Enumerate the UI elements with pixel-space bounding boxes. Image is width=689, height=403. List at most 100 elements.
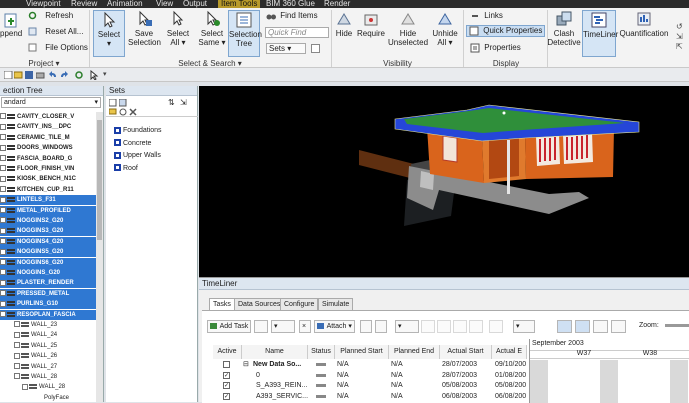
column-header-planned-end[interactable]: Planned End — [389, 345, 440, 359]
save-selection-button[interactable]: Save Selection — [128, 10, 161, 47]
tab-simulate[interactable]: Simulate — [318, 298, 354, 310]
gantt-view-off-icon[interactable] — [611, 320, 626, 333]
expand-icon[interactable] — [0, 300, 6, 307]
redo-icon[interactable] — [60, 71, 69, 79]
expand-icon[interactable] — [14, 321, 20, 328]
expand-icon[interactable] — [0, 123, 6, 130]
tree-item[interactable]: NOGGINS5_G20 — [0, 247, 96, 258]
select-button[interactable]: Select ▾ — [93, 10, 125, 57]
tree-item[interactable]: PLASTER_RENDER — [0, 278, 96, 289]
expand-icon[interactable] — [0, 144, 6, 151]
require-button[interactable]: Require — [356, 10, 386, 38]
gantt-view-planned-icon[interactable] — [575, 320, 590, 333]
quick-properties-button[interactable]: Quick Properties — [465, 24, 546, 38]
column-header-status[interactable]: Status — [308, 345, 335, 359]
import-export-icon[interactable]: ⇲ — [180, 98, 187, 107]
tab-output[interactable]: Output — [183, 0, 207, 8]
tree-scrollbar[interactable] — [96, 112, 103, 402]
tab-configure[interactable]: Configure — [280, 298, 319, 310]
select-same-button[interactable]: Select Same ▾ — [198, 10, 226, 47]
expand-icon[interactable] — [0, 155, 6, 162]
tree-item[interactable]: CAVITY_CLOSER_V — [0, 112, 96, 122]
tree-polyface-item[interactable]: PolyFace — [0, 393, 96, 403]
tab-viewpoint[interactable]: Viewpoint — [26, 0, 61, 8]
tab-animation[interactable]: Animation — [107, 0, 143, 8]
attach-button[interactable]: Attach ▾ — [314, 320, 355, 333]
tree-wall-item[interactable]: WALL_27 — [0, 362, 96, 372]
expand-icon[interactable] — [0, 186, 6, 193]
column-header-actual-end[interactable]: Actual E — [492, 345, 527, 359]
tree-scrollbar-thumb[interactable] — [97, 120, 102, 240]
tree-wall-item[interactable]: WALL_26 — [0, 351, 96, 361]
outdent-icon[interactable] — [437, 320, 451, 333]
import-export-icon[interactable]: ▾ — [395, 320, 419, 333]
tree-item[interactable]: LINTELS_F31 — [0, 195, 96, 206]
task-row[interactable]: ⊟ New Data So... N/A N/A 28/07/2003 09/10/200 — [199, 360, 529, 370]
expand-icon[interactable] — [0, 290, 6, 297]
tree-item[interactable]: KIOSK_BENCH_N1C — [0, 174, 96, 184]
open-folder-icon[interactable] — [14, 71, 23, 79]
qat-dropdown-icon[interactable]: ▾ — [103, 70, 107, 78]
insert-task-icon[interactable] — [254, 320, 268, 333]
column-header-actual-start[interactable]: Actual Start — [440, 345, 492, 359]
rules-icon[interactable] — [360, 320, 372, 333]
tree-wall-item[interactable]: WALL_25 — [0, 341, 96, 351]
delete-task-icon[interactable]: × — [299, 320, 311, 333]
append-button[interactable]: ppend — [0, 12, 22, 38]
tab-view[interactable]: View — [156, 0, 173, 8]
add-task-button[interactable]: Add Task — [207, 320, 252, 333]
zoom-slider[interactable] — [665, 324, 689, 327]
move-up-icon[interactable] — [453, 320, 467, 333]
task-active-checkbox[interactable]: ✓ — [223, 382, 230, 389]
set-item[interactable]: Upper Walls — [114, 151, 161, 161]
expand-icon[interactable] — [22, 383, 28, 390]
tree-item[interactable]: CAVITY_INS__DPC — [0, 122, 96, 132]
expand-icon[interactable] — [0, 227, 6, 234]
expand-icon[interactable] — [0, 217, 6, 224]
column-header-active[interactable]: Active — [213, 345, 242, 359]
comment-icon[interactable] — [489, 320, 503, 333]
save-icon[interactable] — [25, 71, 34, 79]
hide-unselected-button[interactable]: Hide Unselected — [388, 10, 428, 47]
set-item[interactable]: Concrete — [114, 139, 151, 149]
tree-wall-item[interactable]: WALL_24 — [0, 330, 96, 340]
refresh-icon[interactable] — [75, 71, 84, 79]
task-active-checkbox[interactable]: ✓ — [223, 392, 230, 400]
indent-icon[interactable] — [421, 320, 435, 333]
tree-item[interactable]: NOGGINS4_G20 — [0, 236, 96, 247]
tree-item[interactable]: KITCHEN_CUP_R11 — [0, 185, 96, 195]
tab-bim360-glue[interactable]: BIM 360 Glue — [266, 0, 315, 8]
expand-icon[interactable] — [14, 342, 20, 349]
delete-set-icon[interactable] — [129, 108, 137, 116]
3d-viewport[interactable] — [199, 86, 689, 277]
clash-detective-button[interactable]: Clash Detective — [547, 10, 581, 47]
expand-icon[interactable] — [0, 175, 6, 182]
tree-item[interactable]: CERAMIC_TILE_M — [0, 133, 96, 143]
task-row[interactable]: ✓ A393_SERVIC... N/A N/A 06/08/2003 06/08/200 — [199, 392, 529, 402]
expand-icon[interactable] — [0, 311, 6, 318]
timeliner-button[interactable]: TimeLiner — [582, 10, 618, 57]
task-row[interactable]: ✓ 0 N/A N/A 28/07/2003 01/08/200 — [199, 371, 529, 381]
column-header-planned-start[interactable]: Planned Start — [335, 345, 389, 359]
quick-find-input[interactable]: Quick Find — [265, 27, 329, 38]
tab-tasks[interactable]: Tasks — [209, 298, 235, 310]
tree-item[interactable]: FASCIA_BOARD_G — [0, 154, 96, 164]
auto-add-tasks-icon[interactable]: ▾ — [271, 320, 295, 333]
expand-icon[interactable] — [0, 113, 6, 120]
tab-render[interactable]: Render — [324, 0, 350, 8]
expand-icon[interactable] — [14, 363, 20, 370]
expand-icon[interactable] — [14, 331, 20, 338]
more-tools-icon[interactable]: ↺ ⇲ ⇱ — [676, 22, 683, 52]
tree-item[interactable]: PRESSED_METAL — [0, 288, 96, 299]
tree-wall-item[interactable]: WALL_28 — [0, 372, 96, 382]
task-row[interactable]: ✓ S_A393_REIN... N/A N/A 05/08/2003 05/08/200 — [199, 381, 529, 391]
tree-item[interactable]: RESOPLAN_FASCIA — [0, 309, 96, 320]
collapse-icon[interactable]: ⊟ — [243, 360, 249, 368]
expand-icon[interactable] — [0, 196, 6, 203]
unhide-all-button[interactable]: Unhide All ▾ — [430, 10, 460, 47]
properties-button[interactable]: Properties — [470, 43, 521, 53]
expand-icon[interactable] — [0, 134, 6, 141]
tree-wall-item[interactable]: WALL_23 — [0, 320, 96, 330]
expand-icon[interactable] — [0, 269, 6, 276]
sets-options-icon[interactable] — [311, 44, 320, 53]
